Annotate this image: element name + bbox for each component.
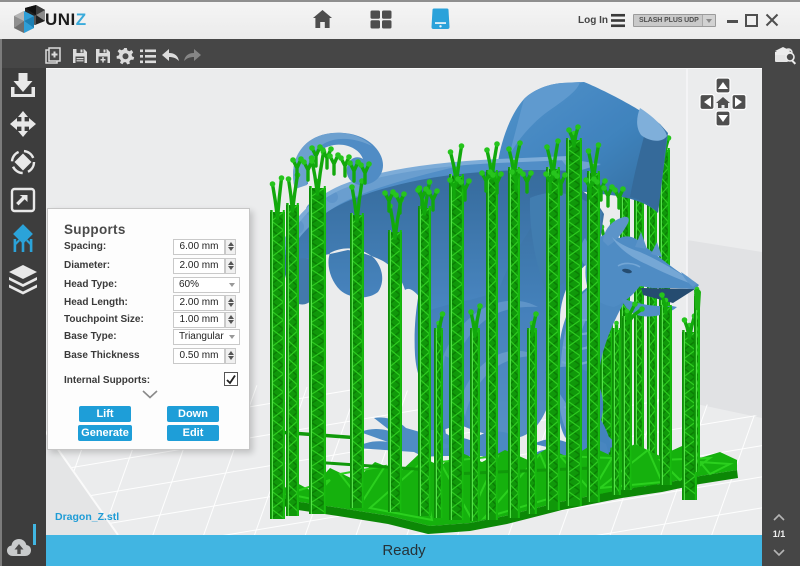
svg-text:1/1: 1/1 [773,529,786,539]
